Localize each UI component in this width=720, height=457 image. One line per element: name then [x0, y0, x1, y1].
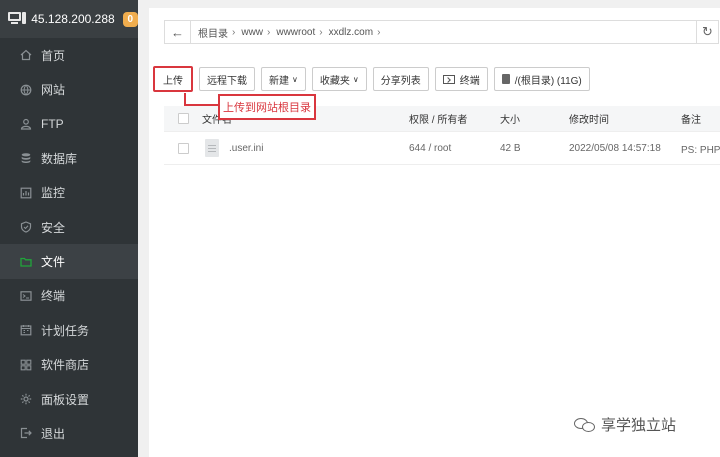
sidebar-item-database[interactable]: 数据库 — [0, 141, 138, 175]
header-size[interactable]: 大小 — [500, 111, 569, 126]
refresh-button[interactable]: ↻ — [696, 21, 718, 43]
table-row[interactable]: .user.ini 644 / root 42 B 2022/05/08 14:… — [164, 132, 720, 165]
shield-icon — [20, 221, 32, 233]
remote-download-button[interactable]: 远程下载 — [199, 67, 255, 91]
file-name[interactable]: .user.ini — [229, 143, 263, 154]
message-badge[interactable]: 0 — [122, 11, 138, 27]
sidebar-item-ftp[interactable]: FTP — [0, 107, 138, 141]
sidebar-item-label: 安全 — [41, 220, 66, 235]
sidebar-item-label: 终端 — [41, 289, 66, 304]
terminal-icon — [20, 290, 32, 302]
select-all-checkbox[interactable] — [177, 113, 189, 124]
upload-button[interactable]: 上传 — [153, 66, 193, 92]
breadcrumb-item[interactable]: wwwroot — [276, 27, 315, 38]
header-perm: 权限 / 所有者 — [409, 115, 468, 126]
new-label: 新建 — [269, 75, 289, 87]
sidebar-item-label: 监控 — [41, 186, 66, 201]
logout-icon — [20, 427, 32, 439]
sidebar-item-label: FTP — [41, 116, 64, 131]
watermark-text: 享学独立站 — [601, 417, 677, 434]
favorites-label: 收藏夹 — [319, 75, 350, 87]
row-select-cell — [164, 142, 202, 154]
arrow-left-icon: ← — [171, 24, 184, 40]
header-note: 备注 — [681, 115, 701, 126]
sidebar-item-security[interactable]: 安全 — [0, 210, 138, 244]
chevron-right-icon: › — [377, 26, 381, 38]
select-all-cell — [164, 113, 202, 124]
chevron-right-icon: › — [267, 26, 271, 38]
sidebar-item-home[interactable]: 首页 — [0, 38, 138, 72]
sidebar-item-monitor[interactable]: 监控 — [0, 176, 138, 210]
server-header: 45.128.200.288 0 — [0, 0, 138, 38]
sidebar-menu: 首页 网站 FTP 数据库 监控 安全 文件 终端 计划任务 软件商店 面板设置… — [0, 38, 138, 451]
sidebar-item-store[interactable]: 软件商店 — [0, 348, 138, 382]
callout-connector — [184, 104, 218, 106]
sidebar-item-logout[interactable]: 退出 — [0, 416, 138, 450]
breadcrumb: 根目录 › www › wwwroot › xxdlz.com › — [191, 25, 386, 40]
terminal-button[interactable]: 终端 — [434, 67, 488, 91]
header-time[interactable]: 修改时间 — [569, 111, 681, 126]
sidebar-item-label: 文件 — [41, 255, 66, 270]
file-name-cell[interactable]: .user.ini — [202, 139, 409, 157]
chevron-down-icon: ∨ — [292, 74, 298, 84]
sidebar-item-label: 退出 — [41, 426, 66, 441]
database-icon — [20, 152, 32, 164]
file-note: PS: PHP用 — [681, 144, 720, 156]
calendar-icon — [20, 324, 32, 336]
sidebar-item-terminal[interactable]: 终端 — [0, 279, 138, 313]
server-ip: 45.128.200.288 — [31, 12, 115, 26]
folder-icon — [20, 256, 32, 268]
terminal-label: 终端 — [459, 75, 480, 87]
gear-icon — [20, 393, 32, 405]
file-icon — [205, 139, 219, 157]
chevron-down-icon: ∨ — [352, 74, 359, 84]
refresh-icon: ↻ — [702, 24, 713, 39]
sidebar-item-cron[interactable]: 计划任务 — [0, 313, 138, 347]
chart-icon — [20, 187, 32, 199]
monitor-icon — [8, 12, 26, 26]
share-list-button[interactable]: 分享列表 — [372, 67, 429, 91]
wechat-icon — [574, 417, 596, 433]
file-perm[interactable]: 644 / root — [409, 143, 500, 154]
breadcrumb-item[interactable]: www — [241, 27, 263, 38]
favorites-dropdown-button[interactable]: 收藏夹 ∨ — [311, 67, 367, 91]
sidebar: 45.128.200.288 0 首页 网站 FTP 数据库 监控 安全 文件 … — [0, 0, 138, 457]
sidebar-item-files[interactable]: 文件 — [0, 244, 138, 279]
breadcrumb-item[interactable]: xxdlz.com — [329, 27, 373, 38]
globe-icon — [20, 84, 32, 96]
file-time: 2022/05/08 14:57:18 — [569, 142, 661, 154]
upload-callout: 上传到网站根目录 — [218, 94, 316, 120]
sidebar-item-label: 首页 — [41, 48, 66, 63]
chevron-right-icon: › — [232, 26, 236, 38]
row-checkbox[interactable] — [177, 142, 189, 154]
sidebar-item-label: 软件商店 — [41, 358, 90, 373]
disk-label: /(根目录) (11G) — [514, 75, 582, 87]
grid-icon — [20, 359, 32, 371]
disk-button[interactable]: /(根目录) (11G) — [493, 67, 590, 91]
sidebar-item-settings[interactable]: 面板设置 — [0, 382, 138, 416]
sidebar-item-label: 计划任务 — [41, 323, 90, 338]
sidebar-item-label: 数据库 — [41, 151, 78, 166]
sidebar-item-website[interactable]: 网站 — [0, 72, 138, 106]
watermark: 享学独立站 — [574, 414, 676, 435]
file-size: 42 B — [500, 142, 521, 154]
toolbar: 上传 远程下载 新建 ∨ 收藏夹 ∨ 分享列表 终端 /(根目录) (11G) — [153, 66, 596, 92]
file-manager-panel: ← 根目录 › www › wwwroot › xxdlz.com › ↻ 上传… — [149, 8, 720, 457]
home-icon — [20, 49, 32, 61]
sidebar-item-label: 网站 — [41, 83, 66, 98]
path-bar: ← 根目录 › www › wwwroot › xxdlz.com › ↻ — [164, 20, 719, 44]
chevron-right-icon: › — [319, 26, 323, 38]
breadcrumb-item[interactable]: 根目录 — [198, 25, 228, 40]
user-icon — [20, 118, 32, 130]
back-button[interactable]: ← — [165, 21, 191, 43]
terminal-icon — [442, 74, 455, 84]
new-dropdown-button[interactable]: 新建 ∨ — [261, 67, 306, 91]
disk-icon — [501, 74, 510, 84]
sidebar-item-label: 面板设置 — [41, 392, 90, 407]
